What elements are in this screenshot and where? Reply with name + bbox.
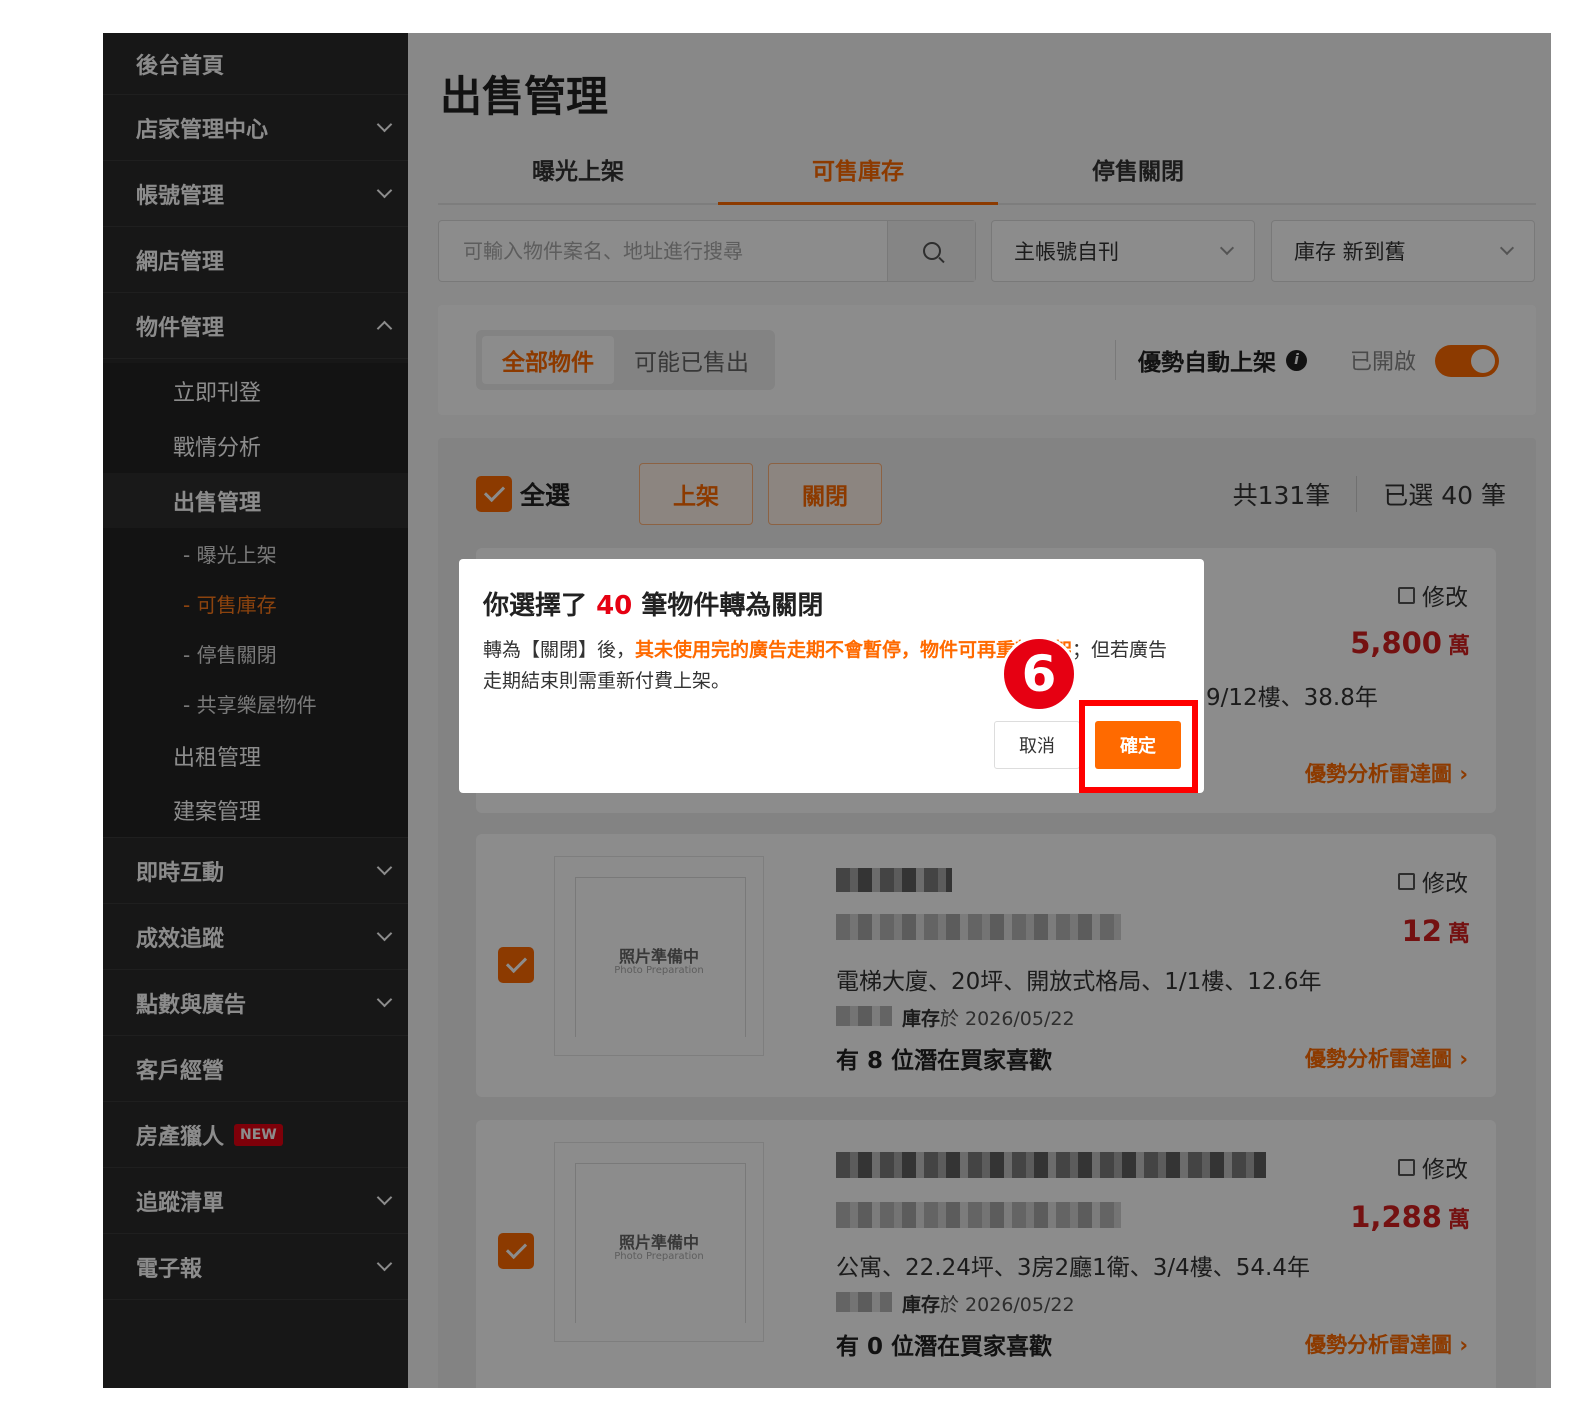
dialog-body-pre: 轉為【關閉】後， — [483, 639, 636, 661]
dialog-title-count: 40 — [596, 591, 633, 621]
cancel-button[interactable]: 取消 — [994, 721, 1080, 769]
step-marker: 6 — [1001, 636, 1077, 712]
dialog-title-pre: 你選擇了 — [483, 591, 588, 621]
dialog-title: 你選擇了 40 筆物件轉為關閉 — [483, 585, 823, 622]
dialog-title-post: 筆物件轉為關閉 — [641, 591, 824, 621]
highlight-box — [1079, 700, 1198, 793]
